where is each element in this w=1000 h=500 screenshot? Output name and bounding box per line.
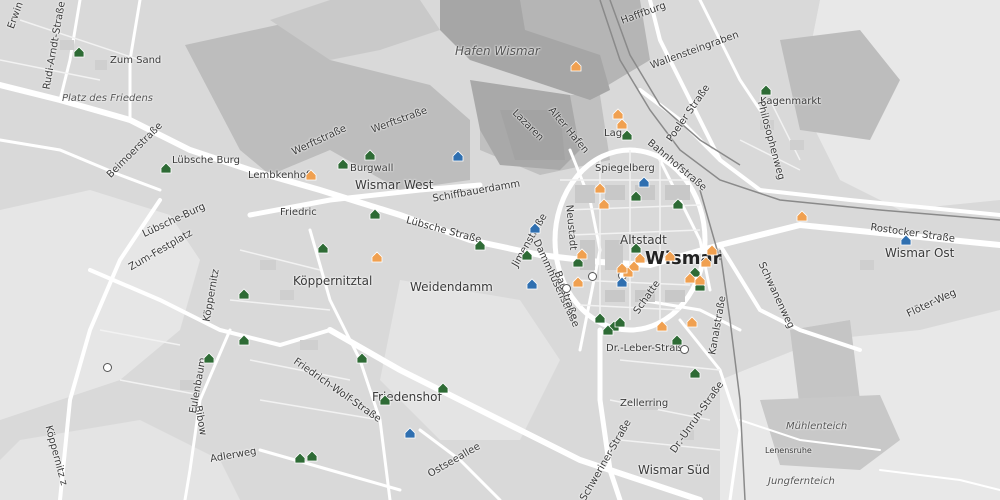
house-icon-orange[interactable] (616, 262, 628, 274)
house-icon-green[interactable] (521, 249, 533, 261)
house-icon-green[interactable] (630, 190, 642, 202)
house-icon-orange[interactable] (796, 210, 808, 222)
house-icon-green[interactable] (238, 288, 250, 300)
house-icon-blue[interactable] (529, 222, 541, 234)
house-icon-green[interactable] (160, 162, 172, 174)
house-icon-orange[interactable] (594, 182, 606, 194)
house-icon-green[interactable] (437, 382, 449, 394)
house-icon-green[interactable] (238, 334, 250, 346)
map-view[interactable]: Hafen Wismar Hafffburg Wallensteingraben… (0, 0, 1000, 500)
poi-circle-icon[interactable] (680, 345, 689, 354)
house-icon-orange[interactable] (576, 248, 588, 260)
house-icon-green[interactable] (294, 452, 306, 464)
house-icon-green[interactable] (689, 367, 701, 379)
house-icon-green[interactable] (317, 242, 329, 254)
house-icon-green[interactable] (614, 316, 626, 328)
house-icon-blue[interactable] (526, 278, 538, 290)
label-burgwall: Burgwall (350, 163, 394, 174)
house-icon-orange[interactable] (686, 316, 698, 328)
house-icon-orange[interactable] (572, 276, 584, 288)
label-weidendamm: Weidendamm (410, 280, 493, 294)
house-icon-green[interactable] (364, 149, 376, 161)
house-icon-orange[interactable] (570, 60, 582, 72)
label-altstadt: Altstadt (620, 233, 667, 247)
label-spiegelberg: Spiegelberg (595, 163, 655, 174)
label-friedric: Friedric (280, 207, 317, 218)
house-icon-green[interactable] (621, 129, 633, 141)
house-icon-green[interactable] (73, 46, 85, 58)
house-icon-green[interactable] (379, 394, 391, 406)
house-icon-blue[interactable] (452, 150, 464, 162)
label-wismar-ost: Wismar Ost (885, 246, 955, 260)
house-icon-green[interactable] (306, 450, 318, 462)
house-icon-green[interactable] (203, 352, 215, 364)
poi-circle-icon[interactable] (103, 363, 112, 372)
house-icon-green[interactable] (594, 312, 606, 324)
poi-circle-icon[interactable] (562, 284, 571, 293)
label-lubsche-burg: Lübsche Burg (172, 155, 240, 166)
house-icon-blue[interactable] (638, 176, 650, 188)
label-zellerring: Zellerring (620, 398, 669, 409)
house-icon-orange[interactable] (706, 244, 718, 256)
house-icon-green[interactable] (369, 208, 381, 220)
poi-circle-icon[interactable] (588, 272, 597, 281)
house-icon-orange[interactable] (305, 169, 317, 181)
house-icon-green[interactable] (671, 334, 683, 346)
house-icon-green[interactable] (602, 324, 614, 336)
label-platz-des-friedens: Platz des Friedens (62, 93, 154, 104)
house-icon-orange[interactable] (616, 118, 628, 130)
house-icon-green[interactable] (760, 84, 772, 96)
label-lenensruhe: Lenensruhe (765, 446, 812, 455)
house-icon-orange[interactable] (700, 256, 712, 268)
house-icon-green[interactable] (337, 158, 349, 170)
house-icon-blue[interactable] (616, 276, 628, 288)
house-icon-green[interactable] (672, 198, 684, 210)
house-icon-orange[interactable] (694, 274, 706, 286)
house-icon-blue[interactable] (900, 234, 912, 246)
house-icon-orange[interactable] (598, 198, 610, 210)
house-icon-green[interactable] (474, 239, 486, 251)
label-zum-sand: Zum Sand (110, 55, 162, 66)
house-icon-orange[interactable] (664, 250, 676, 262)
house-icon-green[interactable] (356, 352, 368, 364)
label-hafen-wismar: Hafen Wismar (455, 44, 540, 58)
house-icon-blue[interactable] (404, 427, 416, 439)
label-wismar-west: Wismar West (355, 178, 434, 192)
house-icon-orange[interactable] (371, 251, 383, 263)
label-muhlenteich: Mühlenteich (786, 421, 848, 432)
label-koppernitztal: Köppernitztal (293, 274, 373, 288)
label-kagenmarkt: Kagenmarkt (760, 96, 822, 107)
label-lembkenhof: Lembkenhof (248, 170, 310, 181)
label-wismar-sud: Wismar Süd (638, 463, 710, 477)
label-jungfernteich: Jungfernteich (768, 476, 835, 487)
house-icon-orange[interactable] (656, 320, 668, 332)
